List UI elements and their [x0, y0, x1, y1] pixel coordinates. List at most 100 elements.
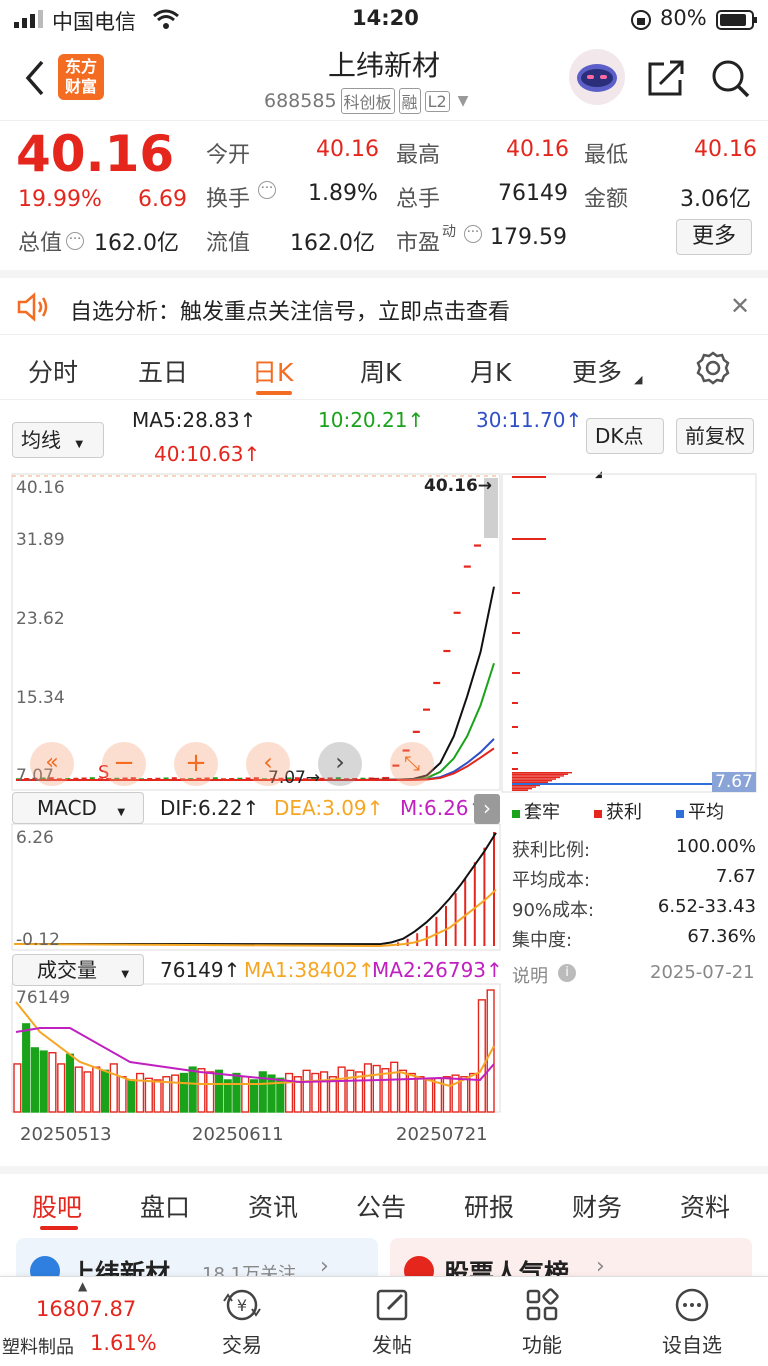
candle — [474, 544, 481, 547]
volume-bar — [13, 1063, 22, 1113]
volume-value: 76149 — [498, 181, 568, 206]
tab-five-day[interactable]: 五日 — [138, 353, 188, 389]
chip-note-label[interactable]: 说明 — [512, 962, 548, 988]
index-value[interactable]: 16807.87 — [36, 1297, 136, 1321]
zoom-in-icon[interactable]: + — [174, 742, 218, 786]
chip-bar — [512, 780, 552, 782]
chip-bar — [512, 781, 548, 783]
volume-bar — [197, 1068, 206, 1113]
post-button[interactable]: 发帖 — [342, 1285, 442, 1358]
tab-daily-k[interactable]: 日K — [252, 353, 293, 389]
volume-ma1: MA1:38402↑ — [244, 958, 375, 982]
pe-value: 179.59 — [490, 225, 567, 250]
stock-subline[interactable]: 688585 科创板 融 L2 ▼ — [264, 88, 468, 114]
volume-bar — [57, 1063, 66, 1113]
kline-ylabel-3: 23.62 — [16, 609, 65, 629]
volume-bar — [214, 1069, 224, 1113]
tab-minute[interactable]: 分时 — [28, 353, 78, 389]
ma-select[interactable]: 均线 ▼ — [12, 422, 104, 458]
battery-icon — [716, 9, 758, 35]
more-settings-button[interactable]: 设自选 — [642, 1285, 742, 1358]
fullscreen-icon[interactable]: ⤡ — [390, 742, 434, 786]
search-icon[interactable] — [710, 58, 752, 104]
macd-line-dea — [13, 888, 497, 948]
open-value: 40.16 — [316, 137, 379, 162]
tab-monthly-k[interactable]: 月K — [470, 353, 511, 389]
battery-level: 80% — [660, 6, 707, 30]
tab-more[interactable]: 更多 — [572, 353, 622, 389]
tab-announcements[interactable]: 公告 — [356, 1188, 406, 1224]
turnover-value: 1.89% — [308, 181, 378, 206]
tab-research[interactable]: 研报 — [464, 1188, 514, 1224]
volume-bar — [74, 1066, 83, 1113]
more-settings-label: 设自选 — [662, 1333, 722, 1357]
zoom-out-icon[interactable]: − — [102, 742, 146, 786]
info-dots-icon[interactable]: ··· — [66, 232, 85, 250]
settings-gear-icon[interactable] — [696, 351, 730, 389]
trade-label: 交易 — [222, 1333, 262, 1357]
tab-financials[interactable]: 财务 — [572, 1188, 622, 1224]
analysis-notice[interactable]: 自选分析：触发重点关注信号，立即点击查看 ✕ — [0, 270, 768, 334]
legend-average: 平均 — [676, 798, 724, 824]
back-icon[interactable] — [22, 58, 46, 102]
tab-order-book[interactable]: 盘口 — [140, 1188, 190, 1224]
chip-row-concentration: 集中度: 67.36% — [512, 926, 756, 951]
last-price: 40.16 — [16, 125, 175, 183]
app-header: 东方 财富 上纬新材 688585 科创板 融 L2 ▼ — [0, 40, 768, 120]
jump-start-icon[interactable]: « — [30, 742, 74, 786]
info-dots-icon[interactable]: ··· — [464, 225, 482, 243]
adjust-button[interactable]: 前复权 — [676, 418, 754, 454]
volume-bar — [241, 1076, 250, 1113]
brand-logo-line1: 东方 — [64, 57, 97, 76]
tab-profile[interactable]: 资料 — [680, 1188, 730, 1224]
chip-bar — [512, 776, 560, 779]
time: 14:20 — [352, 6, 419, 30]
ma10-value: 10:20.21↑ — [318, 408, 425, 432]
chip-bar — [512, 752, 518, 754]
functions-button[interactable]: 功能 — [492, 1285, 592, 1358]
feature-cards: 上纬新材 18.1万关注 › 股票人气榜 › — [0, 1230, 768, 1298]
volume-bar — [48, 1052, 57, 1113]
macd-dea: DEA:3.09↑ — [274, 796, 384, 820]
active-tab-indicator — [256, 391, 292, 395]
tab-weekly-k[interactable]: 周K — [360, 353, 401, 389]
volume-bar — [153, 1079, 162, 1113]
chip-bar — [512, 778, 556, 780]
stock-code: 688585 — [264, 90, 337, 112]
robot-assistant-icon[interactable] — [568, 48, 626, 110]
scroll-left-icon[interactable]: ‹ — [246, 742, 290, 786]
close-icon[interactable]: ✕ — [730, 292, 750, 320]
brand-logo-line2: 财富 — [64, 77, 97, 96]
kline-ylabel-4: 15.34 — [16, 688, 65, 708]
macd-select[interactable]: MACD ▼ — [12, 792, 144, 824]
chip-bar — [512, 788, 532, 790]
volume-bar — [451, 1074, 460, 1113]
tab-news[interactable]: 资讯 — [248, 1188, 298, 1224]
trade-icon: ¥ — [223, 1289, 261, 1321]
tab-forum[interactable]: 股吧 — [32, 1188, 82, 1224]
macd-line-dif — [13, 832, 497, 946]
change-amount: 6.69 — [138, 187, 187, 212]
period-tabs: 分时 五日 日K 周K 月K 更多 ◢ — [0, 334, 768, 400]
expand-right-icon[interactable]: › — [474, 794, 500, 824]
info-dots-icon[interactable]: ··· — [258, 181, 276, 199]
dk-point-button[interactable]: DK点 ◢ — [586, 418, 664, 480]
chip-bar — [512, 784, 540, 787]
trade-button[interactable]: ¥ 交易 — [192, 1285, 292, 1358]
share-icon[interactable] — [646, 58, 686, 102]
volume-bar — [171, 1074, 180, 1113]
chart-controls: 均线 ▼ MA5:28.83↑ 10:20.21↑ 30:11.70↑ 40:1… — [0, 400, 768, 480]
float-cap-value: 162.0亿 — [290, 231, 375, 256]
volume-select[interactable]: 成交量 ▼ — [12, 954, 144, 986]
scroll-right-icon[interactable]: › — [318, 742, 362, 786]
chip-bar — [512, 538, 546, 540]
high-value: 40.16 — [506, 137, 569, 162]
chip-legend: 套牢 获利 平均 — [512, 798, 724, 824]
open-label: 今开 — [206, 143, 251, 168]
chart-area: 40.16 31.89 23.62 15.34 7.07 40.16→ 7.07… — [0, 472, 768, 1164]
volume-bar — [65, 1053, 75, 1113]
chip-bar — [512, 773, 568, 775]
caret-down-icon: ▼ — [121, 969, 130, 980]
more-button[interactable]: 更多 — [676, 219, 752, 255]
info-icon[interactable]: i — [558, 964, 576, 982]
